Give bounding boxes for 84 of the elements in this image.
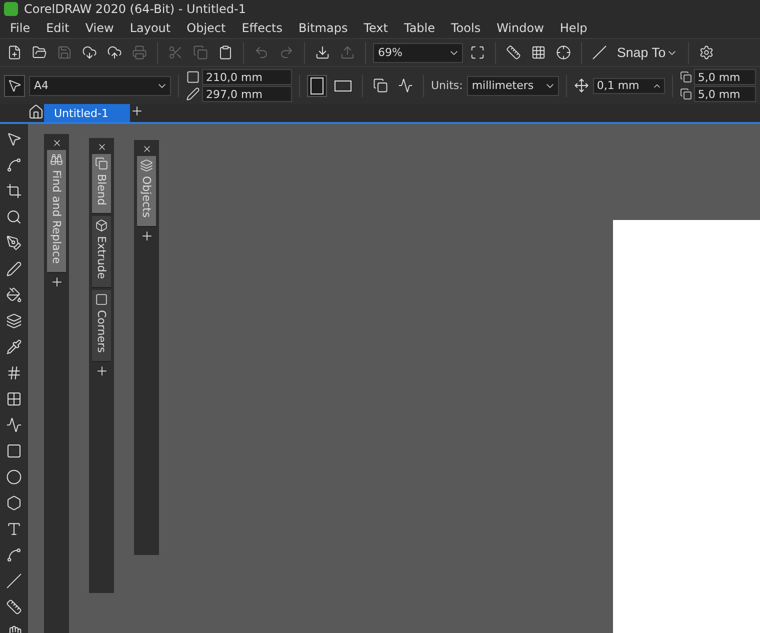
zoom-icon [6, 209, 22, 225]
menu-item[interactable]: Tools [443, 18, 489, 38]
binoculars-icon [50, 153, 63, 166]
close-icon [142, 144, 152, 154]
text-icon [6, 521, 22, 537]
duplicate-x-field[interactable]: 5,0 mm [694, 69, 756, 85]
units-label: Units: [431, 79, 463, 92]
curve-icon [6, 547, 22, 563]
menu-item[interactable]: Table [396, 18, 444, 38]
guidelines-icon [556, 45, 571, 60]
freehand-icon [6, 157, 22, 173]
document-tab[interactable]: Untitled-1 [44, 104, 130, 122]
menu-item[interactable]: Text [356, 18, 396, 38]
close-icon [52, 138, 62, 148]
ruler-icon [506, 45, 521, 60]
crop-icon [6, 183, 22, 199]
duplicate-x-icon [680, 71, 692, 83]
duplicate-y-field[interactable]: 5,0 mm [694, 86, 756, 102]
copy-icon [193, 45, 208, 60]
cube-icon [95, 219, 108, 232]
duplicate-y-icon [680, 88, 692, 100]
snap-to-button[interactable]: Snap To [614, 42, 681, 64]
scissors-icon [168, 45, 183, 60]
docker-tab[interactable]: Objects [137, 156, 156, 227]
nudge-icon [574, 78, 589, 93]
width-field[interactable]: 210,0 mm [202, 69, 292, 85]
docker-tab[interactable]: Extrude [92, 216, 111, 288]
pen-nib-icon [6, 261, 22, 277]
zoom-dropdown[interactable]: 69% [373, 42, 463, 62]
settings-icon [698, 45, 714, 60]
landscape-icon [334, 80, 352, 92]
menu-item[interactable]: File [2, 18, 38, 38]
grid-icon [531, 45, 546, 60]
window-title: CorelDRAW 2020 (64-Bit) - Untitled-1 [24, 2, 246, 16]
grid-icon [6, 365, 22, 381]
nudge-field[interactable]: 0,1 mm [592, 78, 665, 94]
import-icon [315, 45, 330, 60]
undo-icon [254, 45, 269, 60]
add-tab-icon [130, 104, 144, 118]
save-icon [57, 45, 72, 60]
printer-icon [132, 45, 147, 60]
close-icon [96, 142, 106, 152]
portrait-icon [310, 76, 324, 94]
add-icon [50, 274, 64, 289]
add-icon [140, 228, 154, 243]
menu-item[interactable]: Effects [234, 18, 291, 38]
pointer-icon [7, 78, 22, 93]
polygon-icon [6, 495, 22, 511]
layers-icon [140, 159, 153, 172]
menu-item[interactable]: Edit [38, 18, 78, 38]
redo-icon [279, 45, 294, 60]
menu-item[interactable]: Bitmaps [290, 18, 356, 38]
home-icon [28, 104, 44, 120]
fill-icon [6, 287, 22, 303]
menu-item[interactable]: Window [488, 18, 552, 38]
portrait-button[interactable] [307, 74, 327, 96]
menu-item[interactable]: Help [552, 18, 596, 38]
rectangle-icon [6, 443, 22, 459]
line-icon [6, 573, 22, 589]
cloud-upload-icon [107, 45, 122, 60]
ellipse-icon [6, 469, 22, 485]
menu-item[interactable]: Layout [122, 18, 179, 38]
units-dropdown[interactable]: millimeters [466, 76, 559, 96]
folder-icon [32, 45, 47, 60]
paste-icon [218, 45, 233, 60]
eyedropper-icon [6, 339, 22, 355]
app-logo [4, 2, 18, 16]
docker-tab[interactable]: Find and Replace [47, 150, 66, 273]
full-screen-icon [470, 45, 485, 60]
squares-icon [95, 157, 108, 170]
docker-tab[interactable]: Blend [92, 154, 111, 214]
new-file-icon [7, 45, 22, 60]
all-pages-icon [373, 78, 388, 93]
add-icon [94, 364, 108, 378]
page-size-dropdown[interactable]: A4 [29, 76, 171, 96]
menu-item[interactable]: View [77, 18, 122, 38]
pen-icon [6, 235, 22, 251]
pick-tool-button[interactable] [4, 74, 25, 96]
export-icon [340, 45, 355, 60]
docker-tab[interactable]: Corners [92, 290, 111, 362]
pointer-icon [6, 131, 22, 147]
height-field[interactable]: 297,0 mm [202, 86, 292, 102]
menu-item[interactable]: Object [178, 18, 234, 38]
cloud-download-icon [82, 45, 97, 60]
